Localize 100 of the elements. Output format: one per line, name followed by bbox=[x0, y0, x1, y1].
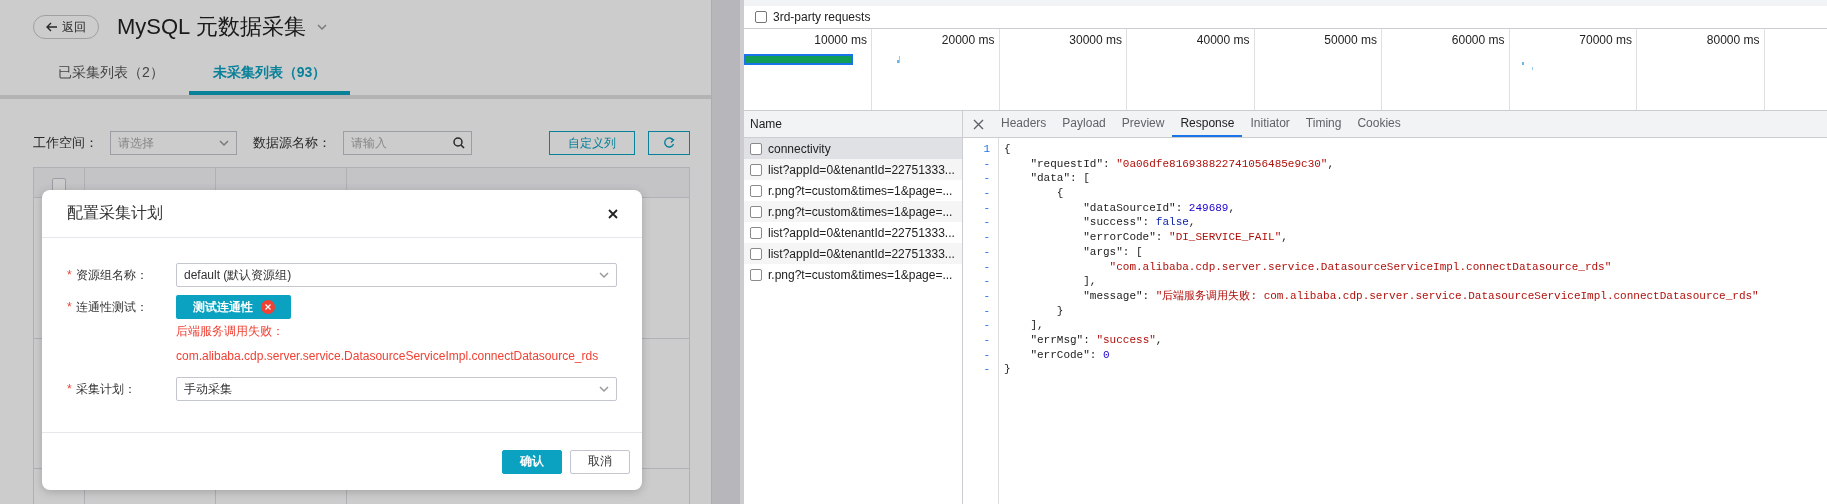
tab[interactable]: Initiator bbox=[1242, 111, 1298, 137]
required-mark: * bbox=[67, 382, 72, 396]
line-number: - bbox=[982, 274, 990, 289]
request-name: list?appId=0&tenantId=22751333... bbox=[768, 246, 955, 261]
line-number: - bbox=[982, 303, 990, 319]
tick-label: 30000 ms bbox=[1069, 33, 1122, 47]
line-number: - bbox=[982, 259, 990, 275]
code-line: } bbox=[1004, 363, 1011, 376]
close-icon bbox=[973, 118, 984, 130]
request-row[interactable]: list?appId=0&tenantId=22751333... bbox=[744, 159, 962, 180]
code-line: ], bbox=[1082, 275, 1097, 288]
code-line: "errMsg": "success", bbox=[1029, 333, 1163, 346]
code-line: "args": [ bbox=[1082, 245, 1143, 258]
request-row[interactable]: list?appId=0&tenantId=22751333... bbox=[744, 222, 962, 243]
select-field[interactable]: 手动采集 bbox=[176, 377, 617, 401]
chevron-down-icon bbox=[218, 137, 230, 149]
request-name: r.png?t=custom&times=1&page=... bbox=[768, 204, 953, 219]
tick-label: 50000 ms bbox=[1324, 33, 1377, 47]
request-row[interactable]: r.png?t=custom&times=1&page=... bbox=[744, 180, 962, 201]
tab[interactable]: Response bbox=[1172, 111, 1243, 137]
back-button[interactable]: 返回 bbox=[33, 15, 99, 39]
tab[interactable]: Cookies bbox=[1349, 111, 1409, 137]
line-number: - bbox=[982, 244, 990, 260]
code-line: { bbox=[1055, 187, 1064, 200]
tick-label: 60000 ms bbox=[1451, 33, 1505, 47]
field-label: 资源组名称： bbox=[75, 266, 148, 284]
request-name: r.png?t=custom&times=1&page=... bbox=[768, 183, 953, 198]
select-field[interactable]: 请选择 bbox=[110, 131, 237, 155]
request-row[interactable]: connectivity bbox=[744, 138, 962, 159]
code-line: "dataSourceId": 249689, bbox=[1082, 201, 1236, 214]
tick-label: 40000 ms bbox=[1196, 33, 1250, 47]
line-number: - bbox=[982, 215, 990, 231]
request-name: list?appId=0&tenantId=22751333... bbox=[768, 225, 955, 240]
filter-label: 数据源名称： bbox=[253, 134, 331, 152]
checkbox[interactable] bbox=[755, 11, 767, 23]
checkbox[interactable] bbox=[750, 205, 762, 218]
request-name: connectivity bbox=[768, 141, 831, 156]
code-line: "message": "后端服务调用失败: com.alibaba.cdp.server.service.DatasourceServiceImpl.connectDatasource_rds" bbox=[1082, 289, 1759, 302]
checkbox[interactable] bbox=[750, 142, 762, 155]
field-label: 采集计划： bbox=[75, 380, 136, 398]
checkbox[interactable] bbox=[750, 226, 762, 239]
checkbox[interactable] bbox=[750, 163, 762, 176]
line-number: - bbox=[982, 332, 990, 348]
required-mark: * bbox=[67, 268, 72, 282]
line-number: - bbox=[982, 186, 990, 201]
line-number: - bbox=[982, 362, 990, 377]
tick-label: 80000 ms bbox=[1706, 33, 1760, 47]
close-button[interactable] bbox=[606, 206, 620, 221]
line-number: 1 bbox=[982, 142, 990, 157]
request-row[interactable]: r.png?t=custom&times=1&page=... bbox=[744, 264, 962, 285]
code-line: ], bbox=[1029, 319, 1044, 332]
caret-down-icon bbox=[315, 21, 328, 33]
waterfall-drawing bbox=[1522, 62, 1536, 72]
code-line: "errorCode": "DI_SERVICE_FAIL", bbox=[1082, 231, 1288, 244]
checkbox[interactable] bbox=[750, 268, 762, 281]
refresh-icon bbox=[663, 137, 675, 149]
error-message: com.alibaba.cdp.server.service.DatasourceServiceImpl.connectDatasource_rds bbox=[176, 348, 599, 365]
required-mark: * bbox=[67, 300, 72, 314]
tab[interactable]: 已采集列表（2） bbox=[33, 54, 189, 95]
request-row[interactable]: r.png?t=custom&times=1&page=... bbox=[744, 201, 962, 222]
checkbox-label: 3rd-party requests bbox=[773, 10, 871, 24]
close-icon bbox=[608, 208, 618, 219]
request-name: r.png?t=custom&times=1&page=... bbox=[768, 267, 953, 282]
tab[interactable]: Payload bbox=[1054, 111, 1114, 137]
code-line: "errCode": 0 bbox=[1029, 348, 1110, 361]
tab[interactable]: Preview bbox=[1113, 111, 1173, 137]
cancel-button[interactable]: 取消 bbox=[570, 449, 630, 474]
checkbox[interactable] bbox=[750, 184, 762, 197]
search-field[interactable]: 请输入 bbox=[343, 131, 472, 155]
scrollbar[interactable] bbox=[711, 0, 740, 504]
refresh-button[interactable] bbox=[648, 131, 690, 155]
request-row[interactable]: list?appId=0&tenantId=22751333... bbox=[744, 243, 962, 264]
tick-label: 10000 ms bbox=[814, 33, 867, 47]
tab[interactable]: Timing bbox=[1297, 111, 1350, 137]
line-number: - bbox=[982, 318, 990, 333]
tick-label: 20000 ms bbox=[941, 33, 995, 47]
chevron-down-icon bbox=[598, 383, 610, 395]
line-number: - bbox=[982, 347, 990, 363]
column-header: Name bbox=[744, 111, 962, 138]
error-message: 后端服务调用失败： bbox=[176, 323, 284, 340]
dialog-title: 配置采集计划 bbox=[67, 203, 163, 223]
checkbox[interactable] bbox=[750, 247, 762, 260]
line-number: - bbox=[982, 230, 990, 245]
field-label: 连通性测试： bbox=[75, 298, 148, 316]
request-name: list?appId=0&tenantId=22751333... bbox=[768, 162, 955, 177]
chevron-down-icon bbox=[598, 269, 610, 281]
code-line: "requestId": "0a06dfe816938822741056485e9c30", bbox=[1029, 157, 1335, 170]
tick-label: 70000 ms bbox=[1579, 33, 1632, 47]
line-number: - bbox=[982, 156, 990, 172]
page-title: MySQL 元数据采集 bbox=[117, 13, 306, 41]
line-number: - bbox=[982, 288, 990, 304]
code-line: } bbox=[1055, 304, 1064, 317]
line-number: - bbox=[982, 171, 990, 187]
filter-label: 工作空间： bbox=[33, 134, 98, 152]
code-line: { bbox=[1004, 143, 1011, 155]
code-line: "success": false, bbox=[1082, 216, 1196, 229]
code-line: "data": [ bbox=[1029, 172, 1090, 185]
line-number: - bbox=[982, 200, 990, 216]
tab[interactable]: Headers bbox=[993, 111, 1055, 137]
select-field[interactable]: default (默认资源组) bbox=[176, 263, 617, 287]
